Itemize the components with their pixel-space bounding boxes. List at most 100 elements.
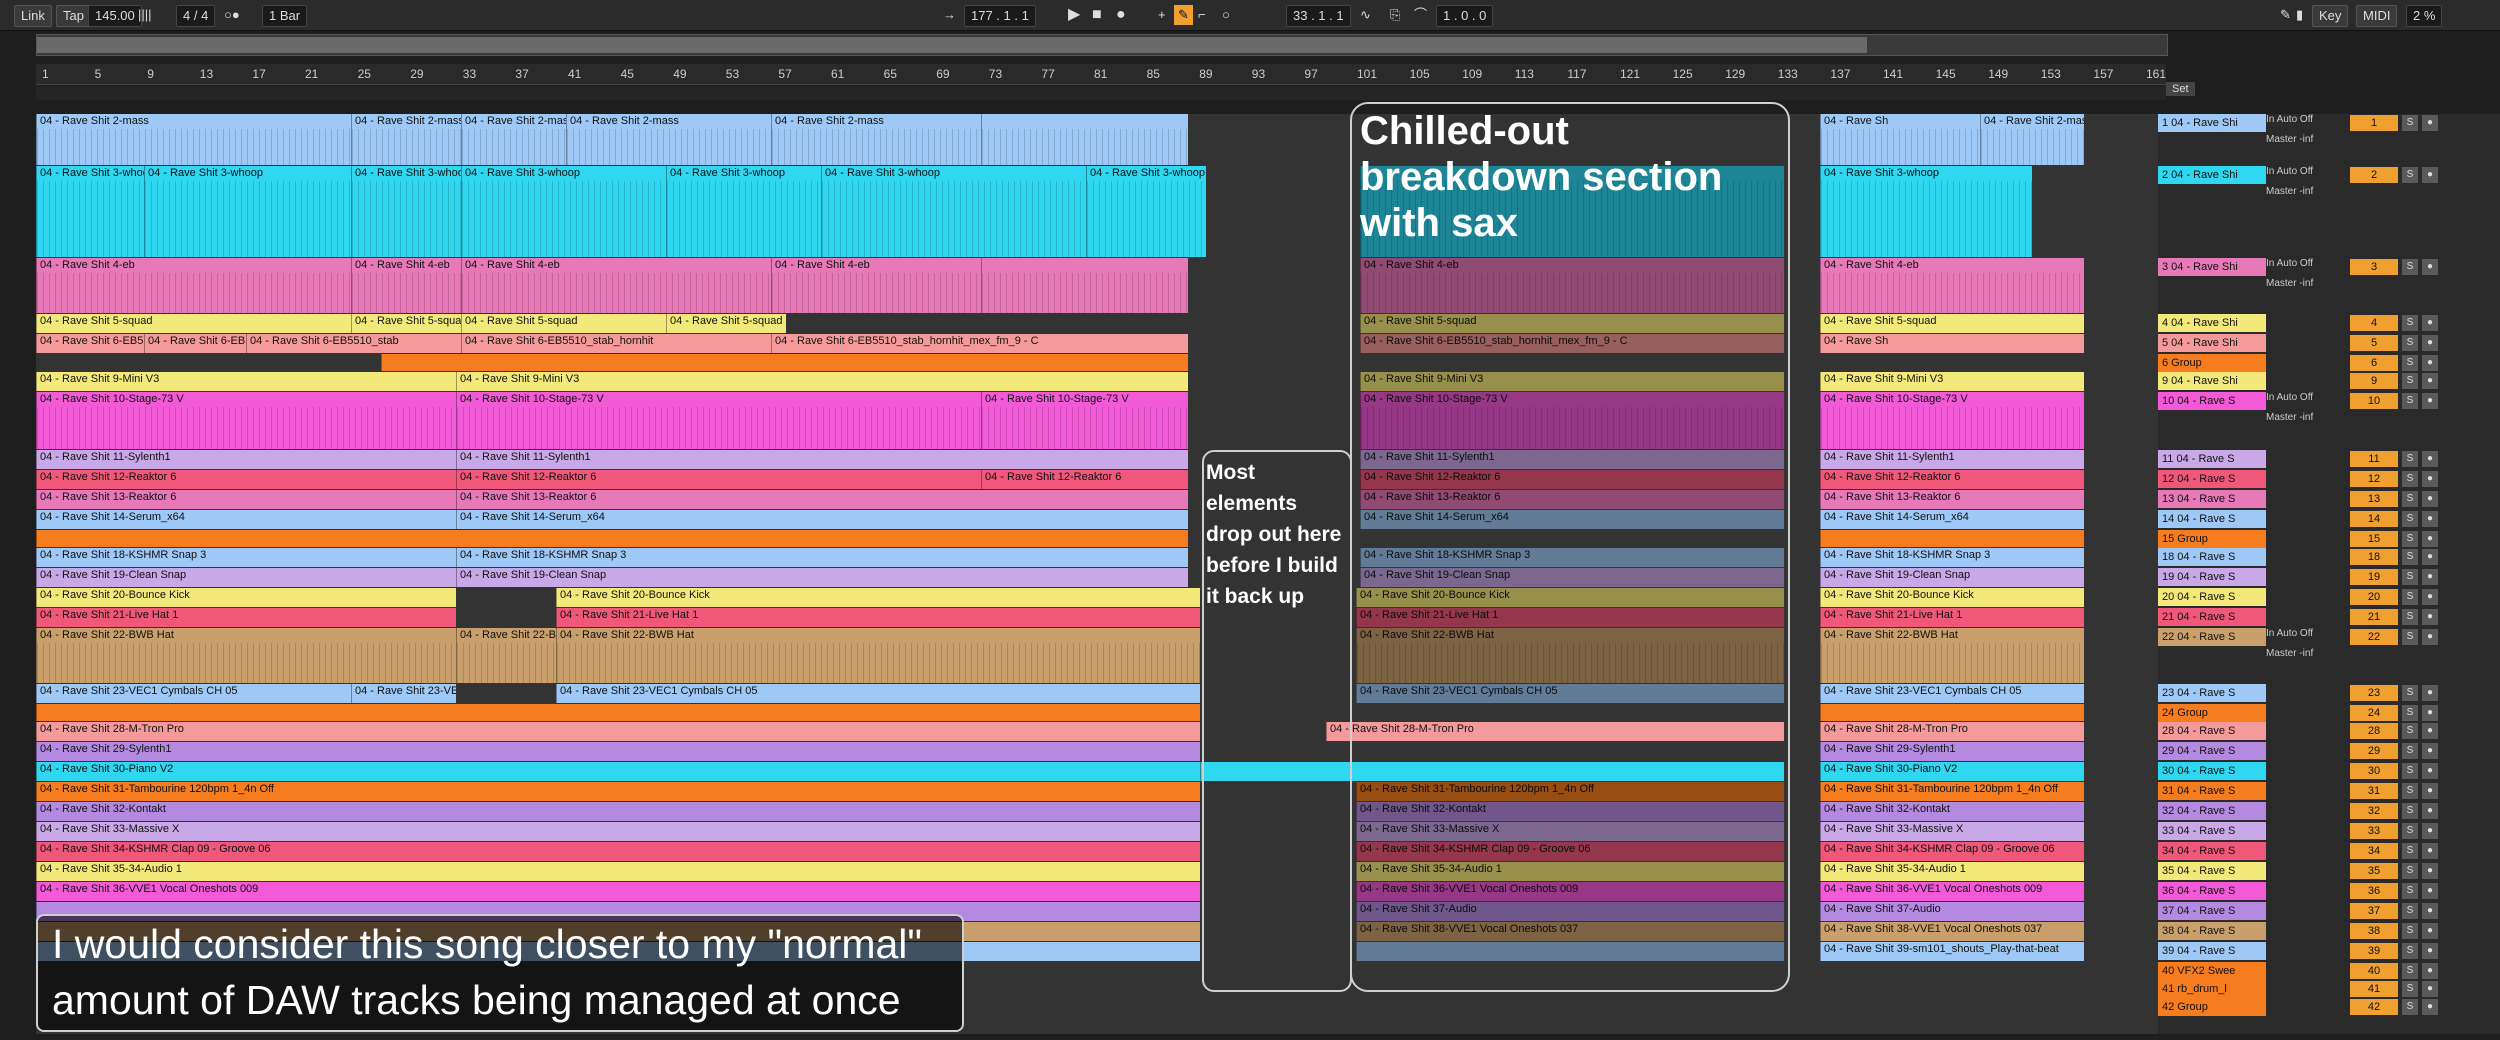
clip[interactable]: 04 - Rave Shit 2-mass (1980, 114, 2084, 165)
clip[interactable] (1820, 530, 2084, 547)
solo-button[interactable]: S (2402, 943, 2418, 959)
track-name[interactable]: 42 Group (2158, 998, 2266, 1016)
clip[interactable]: 04 - Rave Shit 9-Mini V3 (1820, 372, 2084, 391)
track-name[interactable]: 20 04 - Rave S (2158, 588, 2266, 606)
track-lane[interactable] (36, 704, 2166, 721)
track-header[interactable]: 4 04 - Rave Shi 4 S ● (2158, 314, 2500, 333)
track-lane[interactable]: 04 - Rave Shit 35-34-Audio 1 04 - Rave Sh… (36, 862, 2166, 881)
clip[interactable]: 04 - Rave Shit 38-VVE1 Vocal Oneshots 03… (1820, 922, 2084, 941)
clip[interactable]: 04 - Rave Shit 39-sm101_shouts_Play-that… (1820, 942, 2084, 961)
punch-icon[interactable]: ⌐ (1198, 5, 1206, 25)
track-activator-button[interactable]: 9 (2350, 373, 2398, 389)
track-activator-button[interactable]: 35 (2350, 863, 2398, 879)
solo-button[interactable]: S (2402, 511, 2418, 527)
track-activator-button[interactable]: 5 (2350, 335, 2398, 351)
clip[interactable]: 04 - Rave Shit 5-squad (666, 314, 786, 333)
track-activator-button[interactable]: 2 (2350, 167, 2398, 183)
solo-button[interactable]: S (2402, 315, 2418, 331)
track-activator-button[interactable]: 41 (2350, 981, 2398, 997)
track-name[interactable]: 18 04 - Rave S (2158, 548, 2266, 566)
track-name[interactable]: 28 04 - Rave S (2158, 722, 2266, 740)
track-name[interactable]: 9 04 - Rave Shi (2158, 372, 2266, 390)
arm-button[interactable]: ● (2422, 589, 2438, 605)
track-name[interactable]: 40 VFX2 Swee (2158, 962, 2266, 980)
solo-button[interactable]: S (2402, 981, 2418, 997)
clip[interactable]: 04 - Rave Shit 18-KSHMR Snap 3 (36, 548, 456, 567)
track-name[interactable]: 31 04 - Rave S (2158, 782, 2266, 800)
track-name[interactable]: 39 04 - Rave S (2158, 942, 2266, 960)
track-name[interactable]: 14 04 - Rave S (2158, 510, 2266, 528)
clip[interactable]: 04 - Rave Shit 11-Sylenth1 (36, 450, 456, 469)
clip[interactable]: 04 - Rave Shit 11-Sylenth1 (456, 450, 1188, 469)
clip[interactable]: 04 - Rave Shit 11-Sylenth1 (1820, 450, 2084, 469)
clip[interactable]: 04 - Rave Shit 30-Piano V2 (1820, 762, 2084, 781)
track-lane[interactable]: 04 - Rave Shit 32-Kontakt 04 - Rave Shit … (36, 802, 2166, 821)
nudge-icon[interactable]: |||| (138, 5, 152, 25)
clip[interactable]: 04 - Rave Shit 13-Reaktor 6 (456, 490, 1188, 509)
clip[interactable]: 04 - Rave Shit 4-eb (351, 258, 461, 313)
arm-button[interactable]: ● (2422, 511, 2438, 527)
clip[interactable]: 04 - Rave Shit 14-Serum_x64 (1820, 510, 2084, 529)
track-activator-button[interactable]: 23 (2350, 685, 2398, 701)
arm-button[interactable]: ● (2422, 999, 2438, 1015)
clip[interactable]: 04 - Rave Shit 18-KSHMR Snap 3 (456, 548, 1188, 567)
track-header[interactable]: 6 Group 6 S ● (2158, 354, 2500, 372)
clip[interactable]: 04 - Rave Shit 22-BWB Hat (1820, 628, 2084, 683)
track-lane[interactable]: 04 - Rave Shit 11-Sylenth1 04 - Rave Shit… (36, 450, 2166, 469)
track-activator-button[interactable]: 22 (2350, 629, 2398, 645)
track-activator-button[interactable]: 42 (2350, 999, 2398, 1015)
clip[interactable]: 04 - Rave Shit 5-squad (461, 314, 666, 333)
track-lane[interactable]: 04 - Rave Shit 29-Sylenth1 04 - Rave Shit… (36, 742, 2166, 761)
clip[interactable]: 04 - Rave Shit 22-BWB Hat (36, 628, 456, 683)
clip[interactable]: 04 - Rave Shit 5-squad (36, 314, 351, 333)
clip[interactable]: 04 - Rave Shit 10-Stage-73 V (1820, 392, 2084, 449)
key-map-button[interactable]: Key (2312, 5, 2349, 27)
arm-button[interactable]: ● (2422, 451, 2438, 467)
track-header[interactable]: 14 04 - Rave S 14 S ● (2158, 510, 2500, 529)
output-routing-select[interactable]: Master -inf (2266, 648, 2313, 659)
solo-button[interactable]: S (2402, 451, 2418, 467)
track-header[interactable]: 5 04 - Rave Shi 5 S ● (2158, 334, 2500, 353)
track-name[interactable]: 34 04 - Rave S (2158, 842, 2266, 860)
arm-button[interactable]: ● (2422, 981, 2438, 997)
monitor-controls[interactable]: In Auto Off (2266, 166, 2313, 177)
clip[interactable]: 04 - Rave Shit 5-squad (1820, 314, 2084, 333)
track-activator-button[interactable]: 13 (2350, 491, 2398, 507)
clip[interactable]: 04 - Rave Shit 2-mass (566, 114, 771, 165)
arm-button[interactable]: ● (2422, 963, 2438, 979)
arm-button[interactable]: ● (2422, 783, 2438, 799)
clip[interactable]: 04 - Rave Shit 21-Live Hat 1 (36, 608, 456, 627)
solo-button[interactable]: S (2402, 923, 2418, 939)
clip[interactable]: 04 - Rave Shit 12-Reaktor 6 (36, 470, 456, 489)
clip[interactable] (36, 704, 1200, 721)
clip[interactable]: 04 - Rave Shit 35-34-Audio 1 (36, 862, 1200, 881)
track-activator-button[interactable]: 32 (2350, 803, 2398, 819)
track-header[interactable]: 28 04 - Rave S 28 S ● (2158, 722, 2500, 741)
arrangement-overview[interactable] (36, 34, 2168, 56)
clip[interactable]: 04 - Rave Shit 37-Audio (1820, 902, 2084, 921)
track-header[interactable]: 33 04 - Rave S 33 S ● (2158, 822, 2500, 841)
follow-icon[interactable]: → (943, 5, 956, 25)
clip[interactable]: 04 - Rave Shit 10-Stage-73 V (36, 392, 456, 449)
track-lane[interactable]: 04 - Rave Shit 12-Reaktor 6 04 - Rave Shi… (36, 470, 2166, 489)
track-lane[interactable]: 04 - Rave Shit 10-Stage-73 V 04 - Rave Sh… (36, 392, 2166, 449)
clip[interactable]: 04 - Rave Shit 32-Kontakt (36, 802, 1200, 821)
track-activator-button[interactable]: 4 (2350, 315, 2398, 331)
track-header[interactable]: 22 04 - Rave S 22 S ● In Auto Off Master -inf (2158, 628, 2500, 683)
solo-button[interactable]: S (2402, 963, 2418, 979)
curve-icon[interactable]: ⌒ (1414, 5, 1427, 25)
arrangement-position-field[interactable]: 177 . 1 . 1 (964, 5, 1036, 27)
clip[interactable]: 04 - Rave Shit 3-whoop (351, 166, 461, 257)
clip[interactable]: 04 - Rave Shit 14-Serum_x64 (456, 510, 1188, 529)
track-activator-button[interactable]: 31 (2350, 783, 2398, 799)
arm-button[interactable]: ● (2422, 923, 2438, 939)
track-name[interactable]: 21 04 - Rave S (2158, 608, 2266, 626)
clip[interactable]: 04 - Rave Sh (1820, 334, 2084, 353)
clip[interactable]: 04 - Rave Shit 6-EB5510 (144, 334, 246, 353)
clip[interactable]: 04 - Rave Shit 3-whoop (1086, 166, 1206, 257)
track-header[interactable]: 13 04 - Rave S 13 S ● (2158, 490, 2500, 509)
track-header[interactable]: 11 04 - Rave S 11 S ● (2158, 450, 2500, 469)
clip[interactable]: 04 - Rave Shit 14-Serum_x64 (36, 510, 456, 529)
solo-button[interactable]: S (2402, 629, 2418, 645)
track-header[interactable]: 40 VFX2 Swee 40 S ● (2158, 962, 2500, 980)
